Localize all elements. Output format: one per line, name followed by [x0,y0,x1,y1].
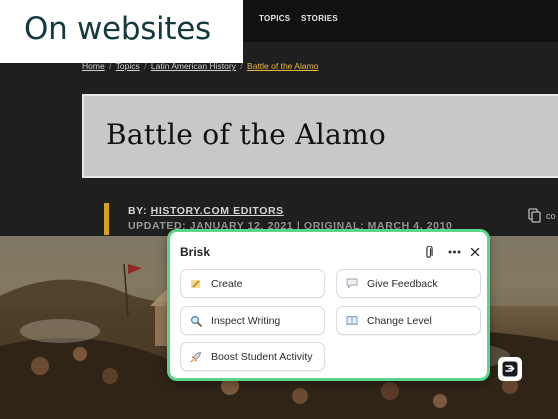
feature-badge: On websites [0,0,243,63]
inspect-writing-button[interactable]: Inspect Writing [180,306,325,335]
nav-link-stories[interactable]: STORIES [301,14,338,23]
copy-icon[interactable] [528,208,542,224]
close-icon[interactable] [468,245,482,259]
article-title: Battle of the Alamo [106,118,387,151]
boost-student-activity-button[interactable]: Boost Student Activity [180,342,325,371]
breadcrumb-current-page[interactable]: Battle of the Alamo [247,61,318,71]
more-icon[interactable] [447,245,461,259]
brisk-panel: Brisk Create Give Feedback Inspect Writi… [167,229,490,381]
change-level-button[interactable]: Change Level [336,306,481,335]
article-byline: BY: HISTORY.COM EDITORS [128,205,284,217]
feature-badge-label: On websites [24,11,211,47]
create-button[interactable]: Create [180,269,325,298]
copy-label: co [546,211,556,221]
boost-student-activity-button-label: Boost Student Activity [211,350,313,363]
magnifier-icon [189,314,203,328]
give-feedback-button-label: Give Feedback [367,277,438,290]
article-title-box: Battle of the Alamo [82,94,558,178]
create-button-label: Create [211,277,243,290]
rocket-icon [189,350,203,364]
byline-author-link[interactable]: HISTORY.COM EDITORS [151,205,284,217]
give-feedback-button[interactable]: Give Feedback [336,269,481,298]
inspect-writing-button-label: Inspect Writing [211,314,281,327]
pencil-icon [189,277,203,291]
book-icon [345,314,359,328]
change-level-button-label: Change Level [367,314,432,327]
brisk-logo-icon [502,361,518,377]
brisk-launcher-button[interactable] [498,357,522,381]
byline-accent-bar [104,203,109,235]
byline-prefix: BY: [128,205,148,217]
nav-link-topics[interactable]: TOPICS [259,14,290,23]
brisk-title: Brisk [180,245,211,259]
paperclip-icon[interactable] [422,245,436,259]
speech-bubble-icon [345,277,359,291]
